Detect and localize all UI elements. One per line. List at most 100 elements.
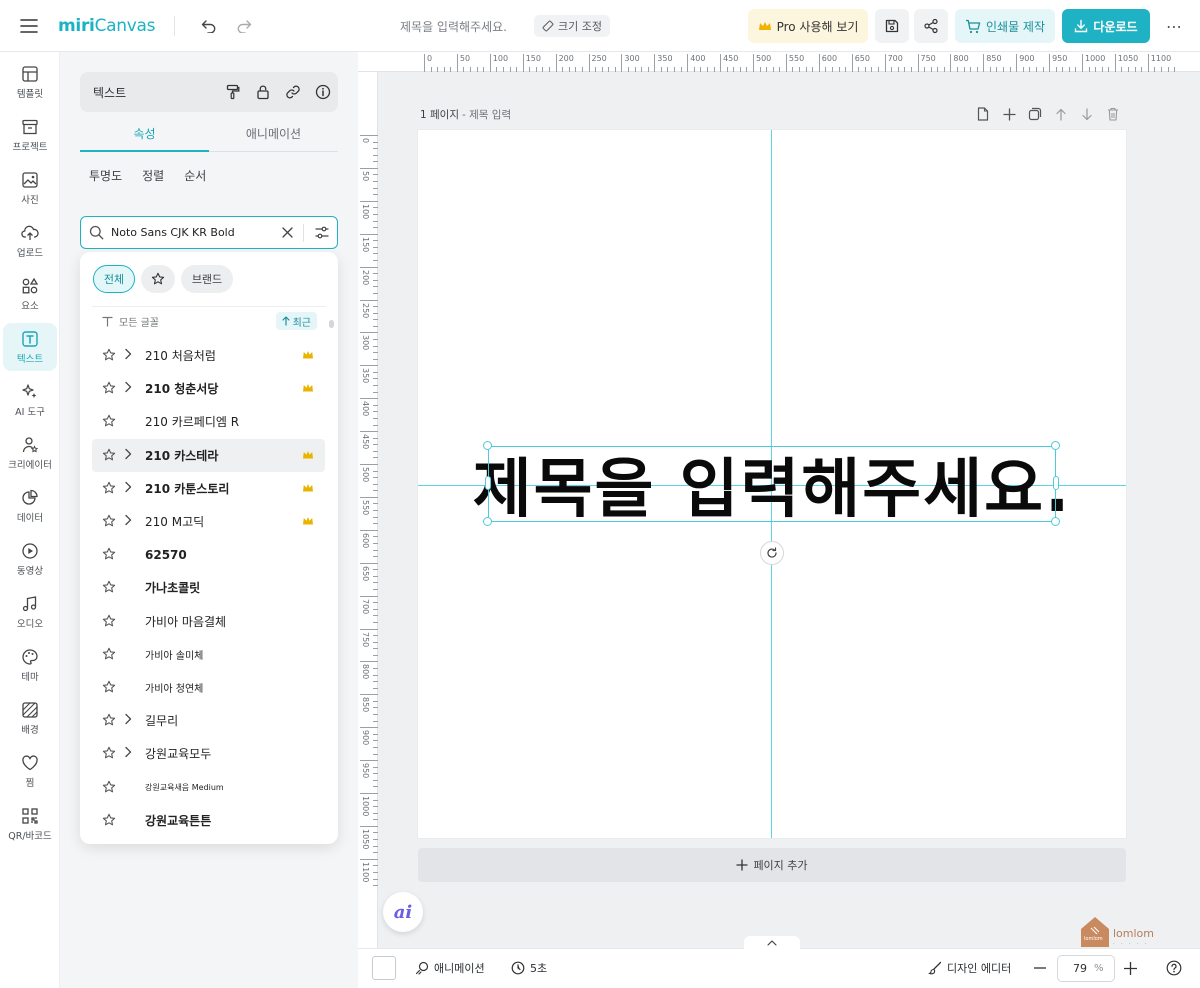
hamburger-menu-button[interactable] xyxy=(14,12,44,40)
more-options-button[interactable]: ⋯ xyxy=(1160,12,1188,40)
font-search-input[interactable] xyxy=(111,226,274,239)
font-list-item[interactable]: 길무리 xyxy=(92,704,325,737)
nav-item-qr[interactable]: QR/바코드 xyxy=(3,800,57,848)
share-button[interactable] xyxy=(914,9,948,43)
nav-item-background[interactable]: 배경 xyxy=(3,694,57,742)
animation-button[interactable]: 애니메이션 xyxy=(415,958,485,978)
chip-all[interactable]: 전체 xyxy=(93,265,135,293)
favorite-star-icon[interactable] xyxy=(102,614,116,628)
tab-properties[interactable]: 속성 xyxy=(80,116,209,152)
design-editor-button[interactable]: 디자인 에디터 xyxy=(928,958,1011,978)
font-list-item[interactable]: 강원교육새음 Medium xyxy=(92,771,325,804)
resize-handle-bottom-left[interactable] xyxy=(483,517,492,526)
chevron-right-icon[interactable] xyxy=(124,381,132,393)
favorite-star-icon[interactable] xyxy=(102,448,116,462)
font-list-item[interactable]: 210 카툰스토리 xyxy=(92,472,325,505)
nav-item-text[interactable]: 텍스트 xyxy=(3,323,57,371)
favorite-star-icon[interactable] xyxy=(102,381,116,395)
chevron-right-icon[interactable] xyxy=(124,481,132,493)
favorite-star-icon[interactable] xyxy=(102,713,116,727)
resize-handle-right[interactable] xyxy=(1053,476,1059,490)
nav-item-elements[interactable]: 요소 xyxy=(3,270,57,318)
zoom-in-button[interactable] xyxy=(1120,958,1140,978)
font-list-item[interactable]: 210 청춘서당 xyxy=(92,372,325,405)
expand-pages-button[interactable] xyxy=(744,936,800,949)
chevron-right-icon[interactable] xyxy=(124,514,132,526)
subtab-opacity[interactable]: 투명도 xyxy=(80,164,132,186)
chevron-right-icon[interactable] xyxy=(124,448,132,460)
link-button[interactable] xyxy=(278,77,308,107)
delete-page-button[interactable] xyxy=(1100,105,1126,123)
rotate-handle[interactable] xyxy=(760,541,784,565)
add-page-button[interactable]: 페이지 추가 xyxy=(418,848,1126,882)
resize-handle-top-right[interactable] xyxy=(1051,441,1060,450)
download-button[interactable]: 다운로드 xyxy=(1062,9,1150,43)
nav-item-audio[interactable]: 오디오 xyxy=(3,588,57,636)
ai-assistant-button[interactable]: ai xyxy=(383,892,423,932)
nav-item-favorites[interactable]: 찜 xyxy=(3,747,57,795)
font-list-item[interactable]: 강원교육모두 xyxy=(92,737,325,770)
print-order-button[interactable]: 인쇄물 제작 xyxy=(955,9,1055,43)
zoom-out-button[interactable] xyxy=(1030,958,1050,978)
favorite-star-icon[interactable] xyxy=(102,647,116,661)
favorite-star-icon[interactable] xyxy=(102,813,116,827)
page-name[interactable]: - 제목 입력 xyxy=(462,107,511,122)
favorite-star-icon[interactable] xyxy=(102,580,116,594)
font-filter-button[interactable] xyxy=(307,219,337,247)
nav-item-theme[interactable]: 테마 xyxy=(3,641,57,689)
app-logo[interactable]: miri Canvas xyxy=(58,13,155,39)
redo-button[interactable] xyxy=(231,12,257,40)
subtab-align[interactable]: 정렬 xyxy=(132,164,174,186)
favorite-star-icon[interactable] xyxy=(102,481,116,495)
font-list-item[interactable]: 210 카스테라 xyxy=(92,439,325,472)
chip-favorites[interactable] xyxy=(141,265,175,293)
favorite-star-icon[interactable] xyxy=(102,680,116,694)
resize-handle-bottom-right[interactable] xyxy=(1051,517,1060,526)
format-painter-button[interactable] xyxy=(218,77,248,107)
chip-brand[interactable]: 브랜드 xyxy=(181,265,233,293)
font-list-item[interactable]: 210 M고딕 xyxy=(92,505,325,538)
nav-item-template[interactable]: 템플릿 xyxy=(3,58,57,106)
font-list-item[interactable]: 가비아 마음결체 xyxy=(92,605,325,638)
document-title[interactable]: 제목을 입력해주세요. xyxy=(400,16,507,36)
resize-button[interactable]: 크기 조정 xyxy=(534,15,610,37)
info-button[interactable] xyxy=(308,77,338,107)
chevron-right-icon[interactable] xyxy=(124,348,132,360)
chevron-right-icon[interactable] xyxy=(124,713,132,725)
zoom-input[interactable]: 79 % xyxy=(1057,955,1115,982)
move-page-up-button[interactable] xyxy=(1048,105,1074,123)
font-list-item[interactable]: 가비아 솔미체 xyxy=(92,638,325,671)
favorite-star-icon[interactable] xyxy=(102,414,116,428)
chevron-right-icon[interactable] xyxy=(124,746,132,758)
page-color-swatch[interactable] xyxy=(372,956,396,980)
undo-button[interactable] xyxy=(196,12,222,40)
favorite-star-icon[interactable] xyxy=(102,348,116,362)
duration-button[interactable]: 5초 xyxy=(511,958,547,978)
font-list-item[interactable]: 가비아 청연체 xyxy=(92,671,325,704)
save-button[interactable] xyxy=(875,9,909,43)
tab-animation[interactable]: 애니메이션 xyxy=(209,116,338,151)
nav-item-photo[interactable]: 사진 xyxy=(3,164,57,212)
font-list-item[interactable]: 강원교육튼튼 xyxy=(92,804,325,837)
favorite-star-icon[interactable] xyxy=(102,746,116,760)
lock-button[interactable] xyxy=(248,77,278,107)
resize-handle-top-left[interactable] xyxy=(483,441,492,450)
scrollbar-thumb[interactable] xyxy=(329,320,334,328)
font-list-item[interactable]: 가나초콜릿 xyxy=(92,571,325,604)
nav-item-upload[interactable]: 업로드 xyxy=(3,217,57,265)
duplicate-page-button[interactable] xyxy=(1022,105,1048,123)
nav-item-data[interactable]: 데이터 xyxy=(3,482,57,530)
add-page-plus-button[interactable] xyxy=(996,105,1022,123)
nav-item-ai-tools[interactable]: AI 도구 xyxy=(3,376,57,424)
add-note-button[interactable] xyxy=(970,105,996,123)
resize-handle-left[interactable] xyxy=(485,476,491,490)
pro-trial-button[interactable]: Pro 사용해 보기 xyxy=(748,9,868,43)
font-list-item[interactable]: 210 처음처럼 xyxy=(92,339,325,372)
help-button[interactable] xyxy=(1163,957,1185,979)
clear-search-button[interactable] xyxy=(274,220,300,246)
font-list-item[interactable]: 62570 xyxy=(92,538,325,571)
sort-recent-button[interactable]: 최근 xyxy=(275,312,317,330)
nav-item-video[interactable]: 동영상 xyxy=(3,535,57,583)
favorite-star-icon[interactable] xyxy=(102,780,116,794)
nav-item-creator[interactable]: 크리에이터 xyxy=(3,429,57,477)
